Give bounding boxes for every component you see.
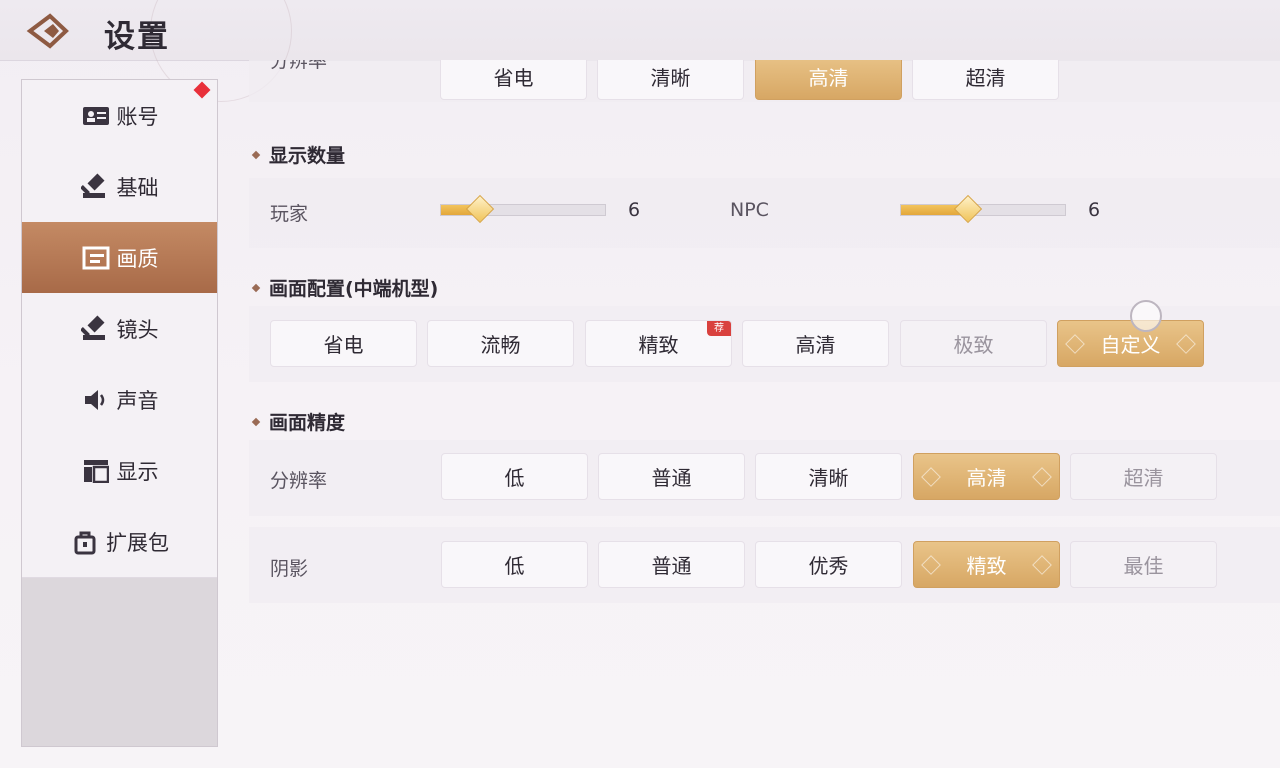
image-frame-icon	[81, 244, 111, 272]
sidebar: 账号 基础 画质 镜头 声音 显示 扩展包	[21, 79, 218, 747]
speaker-icon	[81, 386, 111, 414]
option-button[interactable]: 省电	[440, 60, 587, 100]
header-bar: 设置	[0, 0, 1280, 102]
section-title-preset: 画面配置(中端机型)	[251, 274, 438, 301]
back-button[interactable]	[26, 12, 72, 50]
sidebar-item-basic[interactable]: 基础	[22, 151, 217, 223]
resolution-clear-button[interactable]: 清晰	[755, 453, 902, 500]
diamond-bullet-icon	[251, 283, 261, 292]
sidebar-item-camera[interactable]: 镜头	[22, 293, 217, 365]
option-button[interactable]: 超清	[912, 60, 1059, 100]
section-title-display-count: 显示数量	[251, 141, 345, 168]
row-label: 分辨率	[270, 60, 328, 72]
shadow-normal-button[interactable]: 普通	[598, 541, 745, 588]
sidebar-item-account[interactable]: 账号	[22, 80, 217, 152]
option-button-selected[interactable]: 高清	[755, 60, 902, 100]
sidebar-item-label: 扩展包	[106, 530, 169, 555]
diamond-deco-icon	[921, 467, 941, 487]
resolution-normal-button[interactable]: 普通	[598, 453, 745, 500]
preset-fine-button[interactable]: 精致 荐	[585, 320, 732, 367]
gavel-icon	[80, 315, 111, 343]
recommended-badge: 荐	[707, 321, 731, 336]
section-title-precision: 画面精度	[251, 408, 345, 435]
shadow-best-button[interactable]: 最佳	[1070, 541, 1217, 588]
diamond-deco-icon	[921, 555, 941, 575]
shadow-excellent-button[interactable]: 优秀	[755, 541, 902, 588]
touch-indicator	[1130, 300, 1162, 332]
page-title: 设置	[104, 19, 170, 55]
diamond-bullet-icon	[251, 417, 261, 426]
preset-custom-button[interactable]: 自定义	[1057, 320, 1204, 367]
player-count-label: 玩家	[270, 203, 309, 225]
sidebar-item-label: 基础	[116, 175, 159, 200]
preset-ultimate-button[interactable]: 极致	[900, 320, 1047, 367]
resolution-label: 分辨率	[270, 470, 328, 492]
gavel-icon	[80, 173, 111, 201]
diamond-deco-icon	[1032, 555, 1052, 575]
preset-smooth-button[interactable]: 流畅	[427, 320, 574, 367]
option-button[interactable]: 清晰	[597, 60, 744, 100]
sidebar-item-label: 显示	[116, 459, 159, 484]
sidebar-item-display[interactable]: 显示	[22, 435, 217, 507]
resolution-hd-button[interactable]: 高清	[913, 453, 1060, 500]
diamond-deco-icon	[1176, 334, 1196, 354]
back-arrow-icon	[26, 13, 69, 49]
sidebar-item-label: 账号	[116, 104, 159, 129]
shadow-low-button[interactable]: 低	[441, 541, 588, 588]
npc-count-value: 6	[1088, 199, 1101, 221]
sidebar-item-expansion[interactable]: 扩展包	[22, 506, 217, 578]
sidebar-item-label: 画质	[116, 246, 159, 271]
sidebar-item-graphics[interactable]: 画质	[22, 222, 217, 294]
preset-hd-button[interactable]: 高清	[742, 320, 889, 367]
id-card-icon	[81, 102, 111, 130]
diamond-deco-icon	[1065, 334, 1085, 354]
sidebar-item-label: 声音	[116, 388, 159, 413]
shadow-label: 阴影	[270, 558, 309, 580]
player-count-slider[interactable]	[440, 194, 606, 224]
resolution-row-partial: 分辨率 省电 清晰 高清 超清	[249, 60, 1280, 102]
notification-badge	[193, 81, 211, 99]
sidebar-item-sound[interactable]: 声音	[22, 364, 217, 436]
player-count-value: 6	[628, 199, 641, 221]
diamond-deco-icon	[1032, 467, 1052, 487]
npc-count-slider[interactable]	[900, 194, 1066, 224]
preset-power-save-button[interactable]: 省电	[270, 320, 417, 367]
resolution-ultra-button[interactable]: 超清	[1070, 453, 1217, 500]
npc-count-label: NPC	[730, 199, 769, 221]
bag-icon	[70, 528, 100, 556]
layout-icon	[81, 457, 111, 485]
shadow-fine-button[interactable]: 精致	[913, 541, 1060, 588]
sidebar-item-label: 镜头	[116, 317, 159, 342]
resolution-low-button[interactable]: 低	[441, 453, 588, 500]
diamond-bullet-icon	[251, 150, 261, 159]
